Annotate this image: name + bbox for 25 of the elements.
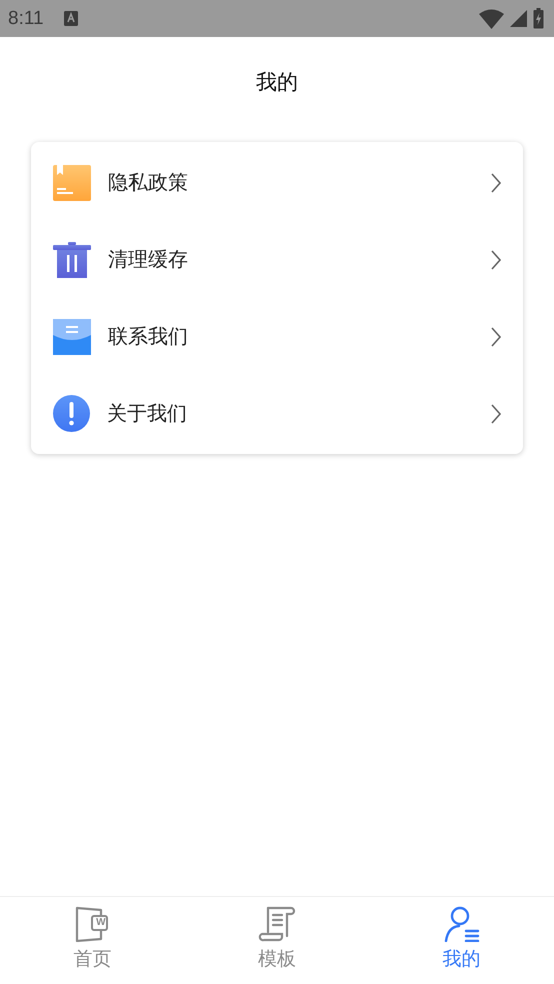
- menu-label: 联系我们: [108, 323, 189, 350]
- exclamation-icon: [53, 395, 90, 432]
- menu-label: 隐私政策: [108, 169, 189, 196]
- trash-icon: [53, 242, 91, 278]
- nav-tab[interactable]: 我的: [369, 897, 554, 984]
- menu-item[interactable]: 联系我们: [31, 298, 523, 375]
- scroll-icon: [258, 906, 296, 942]
- menu-item[interactable]: 隐私政策: [31, 144, 523, 221]
- menu-item[interactable]: 清理缓存: [31, 221, 523, 298]
- chevron-right-icon: [491, 326, 501, 346]
- chevron-right-icon: [491, 250, 501, 270]
- status-time: 8:11: [8, 8, 44, 30]
- wifi-icon: [479, 8, 504, 28]
- user-list-icon: [444, 906, 480, 942]
- chevron-right-icon: [491, 404, 501, 424]
- menu-label: 清理缓存: [108, 246, 189, 273]
- battery-icon: [533, 8, 544, 29]
- menu-item[interactable]: 关于我们: [31, 375, 523, 452]
- bookmark-book-icon: [53, 164, 91, 200]
- notification-icon: [64, 11, 78, 26]
- envelope-icon: [53, 318, 91, 354]
- menu-label: 关于我们: [107, 400, 188, 427]
- chevron-right-icon: [491, 172, 501, 192]
- signal-icon: [510, 10, 527, 27]
- page-title: 我的: [256, 69, 298, 96]
